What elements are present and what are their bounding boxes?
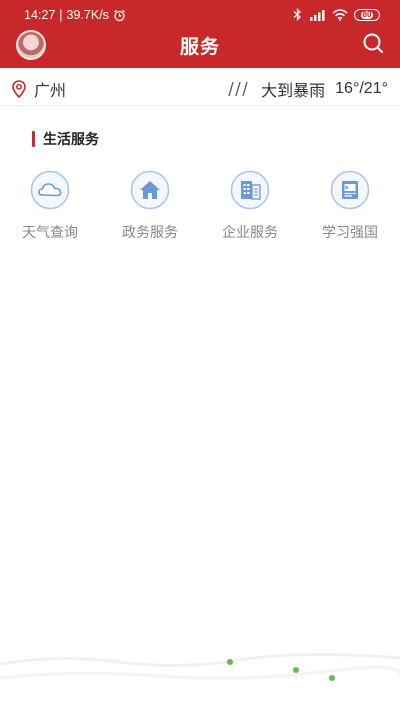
service-label: 学习强国 xyxy=(322,225,378,241)
service-label: 政务服务 xyxy=(122,225,178,241)
phone-screen: 14:27 | 39.7K/s 80 服务 广州 大到暴雨 16°/21° 生活… xyxy=(0,0,400,710)
alarm-icon xyxy=(114,9,125,21)
services-grid: 天气查询 政务服务 企业服务 学习强国 xyxy=(0,170,400,250)
signal-icon xyxy=(310,9,325,21)
status-right: 80 xyxy=(293,8,380,21)
location-weather-bar: 广州 大到暴雨 16°/21° xyxy=(0,68,400,106)
flag-icon xyxy=(330,170,370,210)
service-label: 天气查询 xyxy=(22,225,78,241)
location-text: 广州 xyxy=(34,81,67,100)
battery-level: 80 xyxy=(360,9,374,19)
search-icon[interactable] xyxy=(362,32,384,54)
status-time: 14:27 xyxy=(24,8,56,22)
service-label: 企业服务 xyxy=(222,225,278,241)
rain-icon xyxy=(228,81,248,97)
service-enterprise[interactable]: 企业服务 xyxy=(200,170,300,250)
location[interactable]: 广州 xyxy=(12,77,66,101)
network-speed: 39.7K/s xyxy=(66,8,109,22)
status-separator: | xyxy=(59,8,63,22)
service-weather[interactable]: 天气查询 xyxy=(0,170,100,250)
bottom-decoration xyxy=(0,652,400,681)
cloud-icon xyxy=(30,170,70,210)
battery-icon: 80 xyxy=(354,8,380,21)
app-header: 14:27 | 39.7K/s 80 服务 xyxy=(0,0,400,68)
wifi-icon xyxy=(332,8,348,21)
service-xuexi[interactable]: 学习强国 xyxy=(300,170,400,250)
house-icon xyxy=(130,170,170,210)
status-bar: 14:27 | 39.7K/s 80 xyxy=(0,0,400,28)
page-title: 服务 xyxy=(179,36,220,58)
bluetooth-icon xyxy=(293,8,301,21)
weather-info[interactable]: 大到暴雨 16°/21° xyxy=(227,77,388,101)
location-pin-icon xyxy=(12,80,26,98)
section-title: 生活服务 xyxy=(43,132,99,148)
building-icon xyxy=(230,170,270,210)
weather-text: 大到暴雨 xyxy=(261,81,326,100)
section-accent-bar xyxy=(32,131,35,147)
status-left: 14:27 | 39.7K/s xyxy=(24,8,126,22)
section-header: 生活服务 xyxy=(32,129,99,149)
title-bar: 服务 xyxy=(0,28,400,68)
temperature-text: 16°/21° xyxy=(335,80,388,97)
service-government[interactable]: 政务服务 xyxy=(100,170,200,250)
